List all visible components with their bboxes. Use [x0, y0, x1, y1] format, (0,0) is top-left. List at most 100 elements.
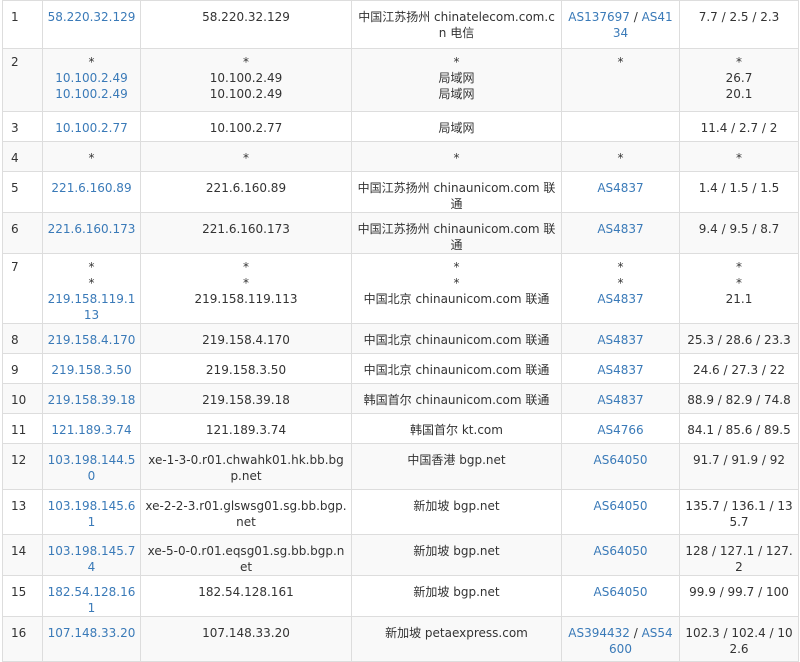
ip-link[interactable]: 182.54.128.161: [47, 584, 136, 616]
ip-link[interactable]: 219.158.3.50: [47, 362, 136, 378]
timeout-marker: *: [88, 151, 95, 165]
asn-cell: AS64050: [561, 575, 680, 617]
ip-link[interactable]: 10.100.2.77: [47, 120, 136, 136]
asn-line: *: [566, 54, 675, 70]
ip-cell: 103.198.144.50: [42, 443, 141, 490]
asn-link[interactable]: AS4837: [597, 222, 643, 236]
hostname: 121.189.3.74: [205, 423, 287, 437]
traceroute-table: 1 58.220.32.129 58.220.32.129 中国江苏扬州 chinat…: [2, 0, 799, 662]
hop-cell: 10: [2, 383, 43, 414]
hostname: 58.220.32.129: [202, 10, 290, 24]
latency: 21.1: [725, 292, 753, 306]
rtt-cell: 7.7 / 2.5 / 2.3: [679, 0, 799, 49]
asn-line: AS4837: [566, 221, 675, 237]
latency: 20.1: [725, 87, 753, 101]
hop-cell: 6: [2, 212, 43, 254]
location: 新加坡 petaexpress.com: [385, 626, 528, 640]
ip-link[interactable]: 107.148.33.20: [47, 625, 136, 641]
location-cell: 局域网: [351, 111, 562, 142]
latency: 24.6 / 27.3 / 22: [692, 363, 786, 377]
table-row: 12 103.198.144.50 xe-1-3-0.r01.chwahk01.hk…: [2, 443, 799, 490]
hop-number: 12: [11, 453, 27, 467]
location: *: [453, 151, 460, 165]
hop-number: 5: [11, 181, 19, 195]
location: 局域网: [438, 121, 475, 135]
hop-cell: 14: [2, 534, 43, 576]
hostname: *: [243, 151, 249, 165]
asn-link[interactable]: AS4766: [597, 423, 643, 437]
location: 中国香港 bgp.net: [407, 453, 506, 467]
asn-cell: AS64050: [561, 489, 680, 535]
hostname-cell: xe-5-0-0.r01.eqsg01.sg.bb.bgp.net: [140, 534, 352, 576]
hostname: xe-2-2-3.r01.glswsg01.sg.bb.bgp.net: [145, 499, 347, 529]
ip-link[interactable]: 103.198.145.61: [47, 498, 136, 530]
asn-link[interactable]: AS64050: [594, 499, 648, 513]
asn-link[interactable]: AS4837: [597, 363, 643, 377]
ip-link[interactable]: 121.189.3.74: [47, 422, 136, 438]
asn-link[interactable]: AS4837: [597, 292, 643, 306]
table-row: 14 103.198.145.74 xe-5-0-0.r01.eqsg01.sg.b…: [2, 534, 799, 576]
asn-link[interactable]: AS4837: [597, 333, 643, 347]
hostname: 107.148.33.20: [202, 626, 290, 640]
hop-cell: 3: [2, 111, 43, 142]
rtt-cell: 11.4 / 2.7 / 2: [679, 111, 799, 142]
ip-link[interactable]: 10.100.2.49: [47, 86, 136, 102]
location: *: [453, 260, 460, 274]
asn-link[interactable]: AS4837: [597, 393, 643, 407]
hop-number: 4: [11, 151, 19, 165]
hop-cell: 5: [2, 171, 43, 213]
hop-number: 13: [11, 499, 27, 513]
table-row: 15 182.54.128.161 182.54.128.161 新加坡 bgp.ne…: [2, 575, 799, 617]
table-row: 13 103.198.145.61 xe-2-2-3.r01.glswsg01.sg…: [2, 489, 799, 535]
asn-link[interactable]: AS137697: [568, 10, 630, 24]
asn-link[interactable]: AS4837: [597, 181, 643, 195]
asn-line: *: [566, 275, 675, 291]
asn-line: AS394432 / AS54600: [566, 625, 675, 657]
table-row: 3 10.100.2.77 10.100.2.77 局域网 11.4 / 2.7 / 2: [2, 111, 799, 142]
table-row: 6 221.6.160.173 221.6.160.173 中国江苏扬州 chinau…: [2, 212, 799, 254]
asn-cell: AS394432 / AS54600: [561, 616, 680, 662]
hostname-cell: 219.158.4.170: [140, 323, 352, 354]
asn-cell: AS4837: [561, 353, 680, 384]
ip-cell: 103.198.145.74: [42, 534, 141, 576]
ip-link[interactable]: 103.198.144.50: [47, 452, 136, 484]
hop-cell: 2: [2, 48, 43, 112]
ip-link[interactable]: 221.6.160.89: [47, 180, 136, 196]
asn-cell: AS4837: [561, 383, 680, 414]
ip-link[interactable]: 10.100.2.49: [47, 70, 136, 86]
ip-link[interactable]: 219.158.119.113: [47, 291, 136, 323]
ip-link[interactable]: 103.198.145.74: [47, 543, 136, 575]
rtt-cell: * 26.7 20.1: [679, 48, 799, 112]
ip-cell: 121.189.3.74: [42, 413, 141, 444]
asn-cell: [561, 111, 680, 142]
table-row: 16 107.148.33.20 107.148.33.20 新加坡 petaexpr…: [2, 616, 799, 662]
hostname: 219.158.3.50: [205, 363, 287, 377]
ip-link[interactable]: 219.158.39.18: [47, 392, 136, 408]
ip-link[interactable]: 58.220.32.129: [47, 9, 136, 25]
hop-number: 9: [11, 363, 19, 377]
asn-link[interactable]: AS64050: [594, 585, 648, 599]
asn-line: AS64050: [566, 498, 675, 514]
asn-link[interactable]: AS394432: [568, 626, 630, 640]
location: 韩国首尔 chinaunicom.com 联通: [363, 393, 550, 407]
hostname: *: [243, 276, 249, 290]
latency: 88.9 / 82.9 / 74.8: [687, 393, 791, 407]
latency: 128 / 127.1 / 127.2: [685, 544, 793, 574]
asn-link[interactable]: AS64050: [594, 453, 648, 467]
table-row: 9 219.158.3.50 219.158.3.50 中国北京 chinaunico…: [2, 353, 799, 384]
ip-link[interactable]: 219.158.4.170: [47, 332, 136, 348]
hostname: xe-1-3-0.r01.chwahk01.hk.bb.bgp.net: [148, 453, 344, 483]
asn-link[interactable]: AS64050: [594, 544, 648, 558]
ip-link[interactable]: 221.6.160.173: [47, 221, 136, 237]
hostname-cell: 221.6.160.173: [140, 212, 352, 254]
hostname: 10.100.2.77: [209, 121, 283, 135]
hostname: 182.54.128.161: [198, 585, 294, 599]
hop-cell: 15: [2, 575, 43, 617]
latency: 91.7 / 91.9 / 92: [692, 453, 786, 467]
location-cell: 新加坡 bgp.net: [351, 575, 562, 617]
location-cell: 韩国首尔 kt.com: [351, 413, 562, 444]
hostname-cell: 219.158.3.50: [140, 353, 352, 384]
rtt-cell: 88.9 / 82.9 / 74.8: [679, 383, 799, 414]
location: 新加坡 bgp.net: [413, 585, 500, 599]
asn-line: AS4766: [566, 422, 675, 438]
